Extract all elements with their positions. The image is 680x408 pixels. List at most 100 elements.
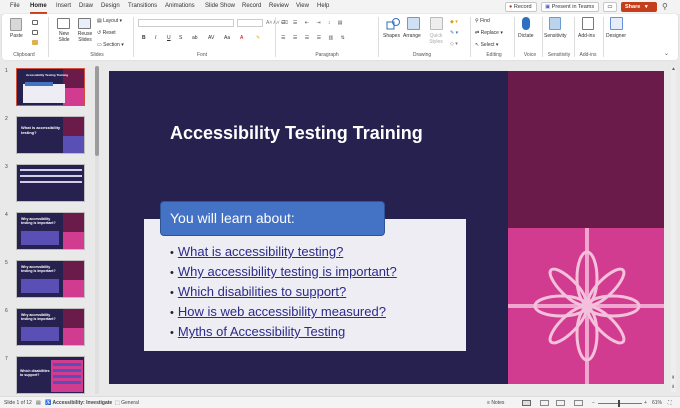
group-sensitivity: Sensitivity <box>547 52 571 58</box>
find-button[interactable]: ⚲ Find <box>475 18 490 24</box>
slide-thumbnail-5[interactable]: Why accessibility testing is important? <box>16 260 85 298</box>
notes-button[interactable]: ≡ Notes <box>487 400 504 406</box>
designer-label: Designer <box>606 33 627 39</box>
slide-sorter-icon[interactable] <box>540 400 549 406</box>
text-effects-icon[interactable]: ab <box>192 35 198 41</box>
font-name-input[interactable] <box>138 19 234 27</box>
bullet-link[interactable]: How is web accessibility measured? <box>178 304 386 319</box>
change-case-icon[interactable]: Aa <box>224 35 230 41</box>
list-buttons[interactable]: ☰ ☰ ⇤ ⇥ ↕ ▤ <box>281 20 346 26</box>
zoom-level[interactable]: 61% <box>652 400 662 406</box>
person-search-icon[interactable]: ⚲ <box>662 2 668 11</box>
reset-button[interactable]: ↺ Reset <box>97 30 116 36</box>
tab-home[interactable]: Home <box>30 3 47 14</box>
thumb-decor <box>63 88 84 105</box>
bullet-icon: • <box>170 287 174 299</box>
sensitivity-icon[interactable] <box>549 17 561 30</box>
bullet-link[interactable]: Myths of Accessibility Testing <box>178 324 345 339</box>
present-label: Present in Teams <box>551 4 595 10</box>
thumb-decor <box>63 280 84 297</box>
strikethrough-button[interactable]: S <box>179 35 182 41</box>
underline-button[interactable]: U <box>167 35 171 41</box>
cut-icon[interactable] <box>32 20 38 25</box>
fit-to-window-icon[interactable]: ⛶ <box>668 400 672 406</box>
copy-icon[interactable] <box>32 30 38 35</box>
add-ins-icon[interactable] <box>582 17 594 30</box>
chevron-down-icon[interactable]: ⌄ <box>664 50 669 57</box>
group-drawing: Drawing <box>412 52 432 58</box>
section-button[interactable]: ▭ Section ▾ <box>97 42 124 48</box>
sensitivity-status[interactable]: ⬚ General <box>115 400 139 406</box>
shape-effects-icon[interactable]: ◇ ▾ <box>450 41 458 47</box>
scroll-up-icon[interactable]: ▲ <box>671 66 676 72</box>
designer-icon[interactable] <box>610 17 623 30</box>
format-painter-icon[interactable] <box>32 40 38 45</box>
replace-label: Replace <box>480 30 499 36</box>
zoom-in-icon[interactable]: + <box>644 400 647 406</box>
record-button[interactable]: ● Record <box>505 2 537 12</box>
language-icon[interactable]: ▤ <box>36 400 41 406</box>
shape-outline-icon[interactable]: ✎ ▾ <box>450 30 458 36</box>
shapes-icon[interactable] <box>386 17 400 31</box>
comments-button[interactable]: ▭ <box>603 2 617 12</box>
reading-view-icon[interactable] <box>556 400 565 406</box>
zoom-slider[interactable] <box>598 403 642 404</box>
font-color-icon[interactable]: A <box>240 35 243 41</box>
group-add-ins: Add-ins <box>579 52 597 58</box>
tab-design[interactable]: Design <box>101 3 120 9</box>
find-label: Find <box>480 18 490 24</box>
slide-thumbnail-2[interactable]: What is accessibility testing? <box>16 116 85 154</box>
tab-review[interactable]: Review <box>269 3 289 9</box>
tab-transitions[interactable]: Transitions <box>128 3 157 9</box>
bullet-link[interactable]: Why accessibility testing is important? <box>178 264 397 279</box>
tab-record[interactable]: Record <box>242 3 261 9</box>
bold-button[interactable]: B <box>142 35 146 41</box>
thumbnail-scrollbar-thumb[interactable] <box>95 66 99 156</box>
paste-icon[interactable] <box>10 18 22 31</box>
slide-scrollbar[interactable]: ▲ ⇞ ⇟ <box>671 66 676 392</box>
accessibility-status[interactable]: ♿ Accessibility: Investigate <box>45 400 112 406</box>
learn-header-box[interactable]: You will learn about: <box>160 201 385 236</box>
italic-button[interactable]: I <box>155 35 156 41</box>
normal-view-icon[interactable] <box>522 400 531 406</box>
slideshow-icon[interactable] <box>574 400 583 406</box>
tab-draw[interactable]: Draw <box>79 3 93 9</box>
align-buttons[interactable]: ☰ ☰ ☰ ☰ ▥ ⇅ <box>281 35 348 41</box>
font-size-input[interactable] <box>237 19 263 27</box>
slide-title[interactable]: Accessibility Testing Training <box>170 123 470 144</box>
thumb-title: Why accessibility testing is important? <box>21 313 56 321</box>
select-button[interactable]: ↖ Select ▾ <box>475 42 498 48</box>
tab-insert[interactable]: Insert <box>56 3 71 9</box>
prev-slide-icon[interactable]: ⇞ <box>671 375 675 381</box>
tab-help[interactable]: Help <box>317 3 329 9</box>
zoom-slider-handle[interactable] <box>618 400 620 407</box>
chevron-down-icon: ▾ <box>644 4 648 10</box>
new-slide-icon[interactable] <box>57 18 70 29</box>
slide-thumbnail-1[interactable]: Accessibility Testing Training <box>16 68 85 106</box>
tab-slide-show[interactable]: Slide Show <box>205 3 235 9</box>
share-button[interactable]: Share ▾ <box>621 2 657 12</box>
zoom-out-icon[interactable]: − <box>592 400 595 406</box>
quick-styles-icon[interactable] <box>430 17 443 30</box>
arrange-icon[interactable] <box>407 17 420 30</box>
bullet-link[interactable]: Which disabilities to support? <box>178 284 346 299</box>
slide-thumbnail-3[interactable] <box>16 164 85 202</box>
present-in-teams-button[interactable]: ▣ Present in Teams <box>541 2 599 12</box>
tab-animations[interactable]: Animations <box>165 3 195 9</box>
tab-view[interactable]: View <box>296 3 309 9</box>
slide-thumbnail-6[interactable]: Why accessibility testing is important? <box>16 308 85 346</box>
cursor-icon: ↖ <box>475 42 480 48</box>
next-slide-icon[interactable]: ⇟ <box>671 384 675 390</box>
slide-thumbnail-7[interactable]: Which disabilities to support? <box>16 356 85 394</box>
slide-thumbnail-4[interactable]: Why accessibility testing is important? <box>16 212 85 250</box>
replace-button[interactable]: ⇄ Replace ▾ <box>475 30 503 36</box>
shape-fill-icon[interactable]: ◆ ▾ <box>450 19 458 25</box>
list-item: • Which disabilities to support? <box>170 284 346 299</box>
microphone-icon[interactable] <box>522 17 530 30</box>
reuse-slides-icon[interactable] <box>78 18 91 29</box>
highlight-icon[interactable]: ✎ <box>256 35 260 41</box>
char-spacing-icon[interactable]: AV <box>208 35 214 41</box>
tab-file[interactable]: File <box>10 3 20 9</box>
bullet-link[interactable]: What is accessibility testing? <box>178 244 343 259</box>
layout-button[interactable]: ▤ Layout ▾ <box>97 18 122 24</box>
